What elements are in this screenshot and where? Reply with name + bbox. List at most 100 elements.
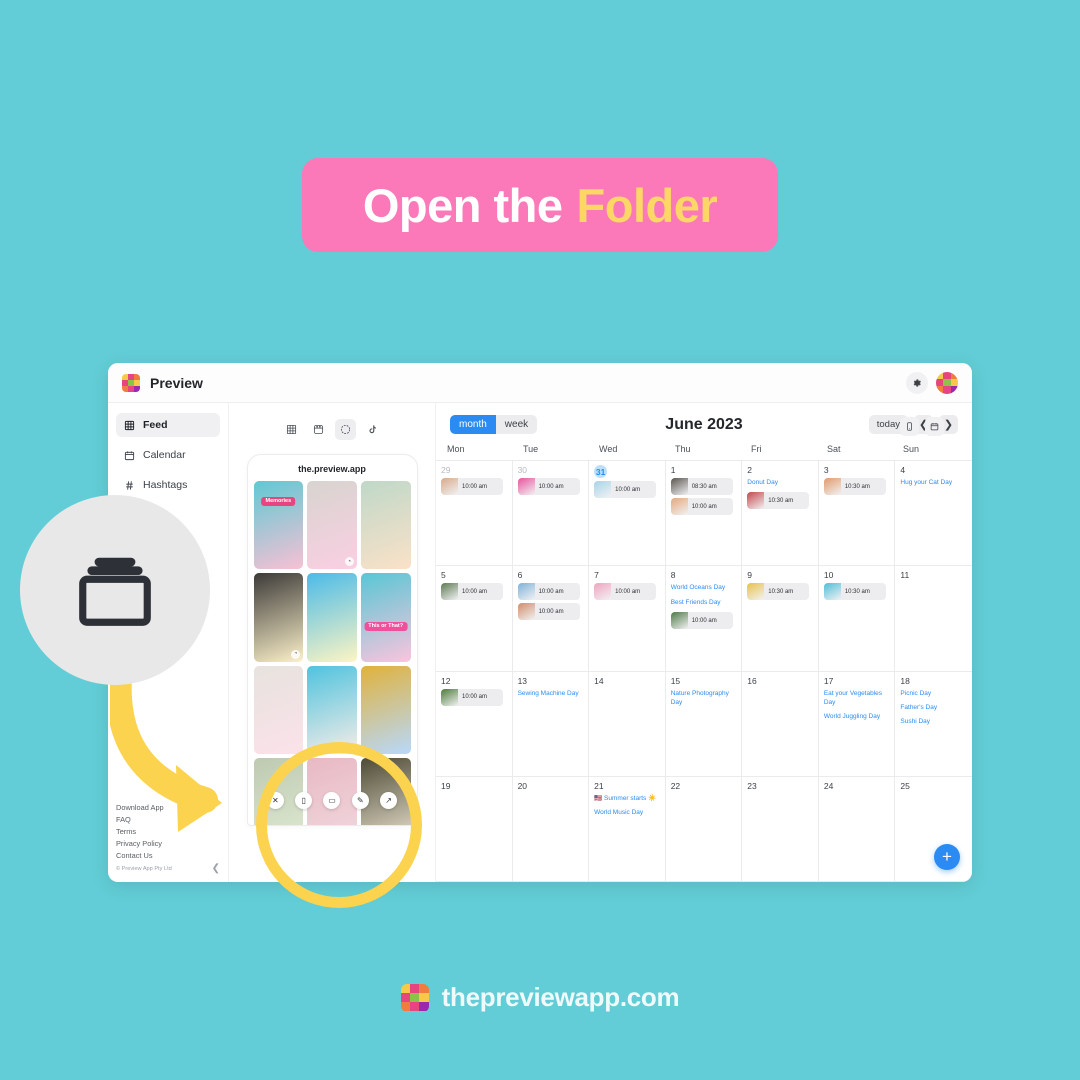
story-tile[interactable] [307, 665, 357, 754]
calendar-day-cell[interactable]: 2 Donut Day 10:30 am [742, 461, 819, 567]
calendar-event-label[interactable]: 🇺🇸 Summer starts ☀️ [594, 794, 660, 803]
day-number: 24 [823, 780, 834, 791]
calendar-day-cell[interactable]: 12 10:00 am [436, 671, 513, 777]
tab-tiktok-icon[interactable] [362, 419, 383, 440]
copyright-text: © Preview App Pty Ltd [116, 865, 172, 872]
post-thumbnail [747, 492, 765, 510]
scheduled-post[interactable]: 10:00 am [517, 583, 580, 601]
scheduled-post[interactable]: 10:30 am [747, 583, 810, 601]
calendar-day-cell[interactable]: 23 [742, 776, 819, 882]
calendar-icon[interactable] [925, 417, 944, 436]
calendar-day-cell[interactable]: 22 [665, 776, 743, 882]
scheduled-post[interactable]: 10:00 am [594, 481, 657, 498]
gear-icon[interactable] [906, 371, 928, 394]
calendar-day-cell[interactable]: 15 Nature Photography Day [665, 671, 743, 777]
app-topbar: Preview [108, 363, 972, 403]
calendar-event-label[interactable]: Sushi Day [900, 717, 967, 726]
day-number: 9 [747, 570, 753, 581]
calendar-day-cell[interactable]: 17 Eat your Vegetables Day World Juggling … [818, 671, 896, 777]
scheduled-post[interactable]: 10:30 am [747, 492, 810, 510]
tab-reels-icon[interactable] [308, 419, 329, 440]
calendar-day-cell[interactable]: 10 10:30 am [818, 566, 896, 672]
calendar-day-cell[interactable]: 8 World Oceans Day Best Friends Day 10:00 a… [665, 566, 743, 672]
story-tile[interactable]: ◔ [307, 481, 357, 570]
calendar-day-cell[interactable]: 30 10:00 am [512, 461, 590, 567]
calendar-day-cell[interactable]: 19 [436, 776, 513, 882]
calendar-day-cell[interactable]: 5 10:00 am [436, 566, 513, 672]
sidebar-item-hashtags[interactable]: Hashtags [116, 473, 220, 497]
calendar-day-cell[interactable]: 7 10:00 am [589, 566, 666, 672]
day-number: 21 [594, 780, 604, 791]
scheduled-post[interactable]: 10:00 am [441, 478, 503, 495]
story-tile[interactable]: This or That? [360, 573, 411, 662]
calendar-day-cell[interactable]: 9 10:30 am [742, 566, 819, 672]
toggle-month[interactable]: month [450, 415, 496, 434]
calendar-day-cell[interactable]: 3 10:30 am [818, 461, 896, 567]
calendar-day-cell[interactable]: 13 Sewing Machine Day [512, 671, 590, 777]
post-time: 10:30 am [844, 588, 870, 595]
calendar-event-label[interactable]: World Oceans Day [671, 583, 737, 592]
footer-link-contact-us[interactable]: Contact Us [116, 850, 220, 862]
calendar-event-label[interactable]: Hug your Cat Day [900, 478, 967, 487]
post-time: 10:30 am [844, 483, 870, 490]
story-tile[interactable] [307, 573, 357, 662]
scheduled-post[interactable]: 10:00 am [517, 603, 580, 621]
scheduled-post[interactable]: 10:30 am [823, 478, 886, 495]
story-tile[interactable] [360, 665, 411, 754]
day-of-week-label: Tue [523, 444, 539, 454]
day-of-week-label: Wed [599, 444, 618, 454]
chevron-left-icon[interactable]: ❮ [212, 863, 220, 874]
scheduled-post[interactable]: 10:00 am [594, 583, 657, 601]
calendar-event-label[interactable]: Donut Day [747, 478, 813, 487]
calendar-day-cell[interactable]: 14 [589, 671, 666, 777]
scheduled-post[interactable]: 10:00 am [517, 478, 580, 495]
calendar-event-label[interactable]: World Music Day [594, 808, 660, 817]
scheduled-post[interactable]: 10:00 am [441, 688, 503, 706]
calendar-day-cell[interactable]: 11 [895, 566, 972, 672]
calendar-day-cell[interactable]: 25 [895, 777, 972, 882]
add-post-button[interactable]: + [934, 844, 960, 870]
day-number: 3 [823, 465, 829, 475]
scheduled-post[interactable]: 10:00 am [670, 498, 733, 515]
calendar-day-cell[interactable]: 31 10:00 am [589, 461, 666, 567]
calendar-day-cell[interactable]: 18 Picnic Day Father's Day Sushi Day [895, 672, 972, 777]
calendar-event-label[interactable]: World Juggling Day [824, 712, 890, 721]
toggle-week[interactable]: week [495, 415, 538, 434]
tab-stories-circle-icon[interactable] [335, 419, 356, 440]
calendar-event-label[interactable]: Father's Day [900, 703, 967, 712]
calendar-day-cell[interactable]: 6 10:00 am 10:00 am [512, 566, 590, 672]
story-tile[interactable]: Memories [253, 481, 304, 570]
avatar[interactable] [936, 371, 958, 394]
day-number: 13 [517, 675, 528, 686]
sidebar-item-label: Calendar [143, 449, 186, 461]
calendar-day-cell[interactable]: 24 [818, 776, 896, 882]
calendar-event-label[interactable]: Picnic Day [900, 689, 967, 698]
calendar-day-cell[interactable]: 1 08:30 am 10:00 am [665, 461, 743, 567]
tab-grid-icon[interactable] [281, 419, 302, 440]
calendar-day-cell[interactable]: 21 🇺🇸 Summer starts ☀️ World Music Day [589, 776, 666, 882]
headline-banner: Open the Folder [302, 158, 778, 252]
day-number: 18 [900, 675, 910, 686]
scheduled-post[interactable]: 08:30 am [670, 478, 733, 495]
calendar-event-label[interactable]: Best Friends Day [671, 598, 737, 607]
calendar-event-label[interactable]: Eat your Vegetables Day [824, 689, 890, 708]
scheduled-post[interactable]: 10:30 am [823, 583, 886, 601]
scheduled-post[interactable]: 10:00 am [670, 612, 733, 630]
sidebar-item-calendar[interactable]: Calendar [116, 443, 220, 467]
highlight-ring [256, 742, 422, 908]
post-thumbnail [747, 583, 765, 601]
calendar-day-cell[interactable]: 16 [742, 671, 819, 777]
headline-main-text: Open the [362, 178, 563, 232]
calendar-event-label[interactable]: Sewing Machine Day [518, 689, 584, 698]
scheduled-post[interactable]: 10:00 am [441, 583, 503, 601]
story-tile[interactable] [360, 481, 411, 570]
calendar-day-cell[interactable]: 20 [512, 776, 590, 882]
calendar-day-cell[interactable]: 4 Hug your Cat Day [895, 461, 972, 567]
mobile-icon[interactable] [900, 417, 919, 436]
sidebar-item-feed[interactable]: Feed [116, 413, 220, 437]
day-number: 10 [823, 570, 834, 581]
day-number: 2 [747, 465, 753, 475]
post-time: 10:00 am [462, 694, 488, 700]
calendar-day-cell[interactable]: 29 10:00 am [436, 461, 513, 567]
calendar-event-label[interactable]: Nature Photography Day [671, 689, 737, 708]
